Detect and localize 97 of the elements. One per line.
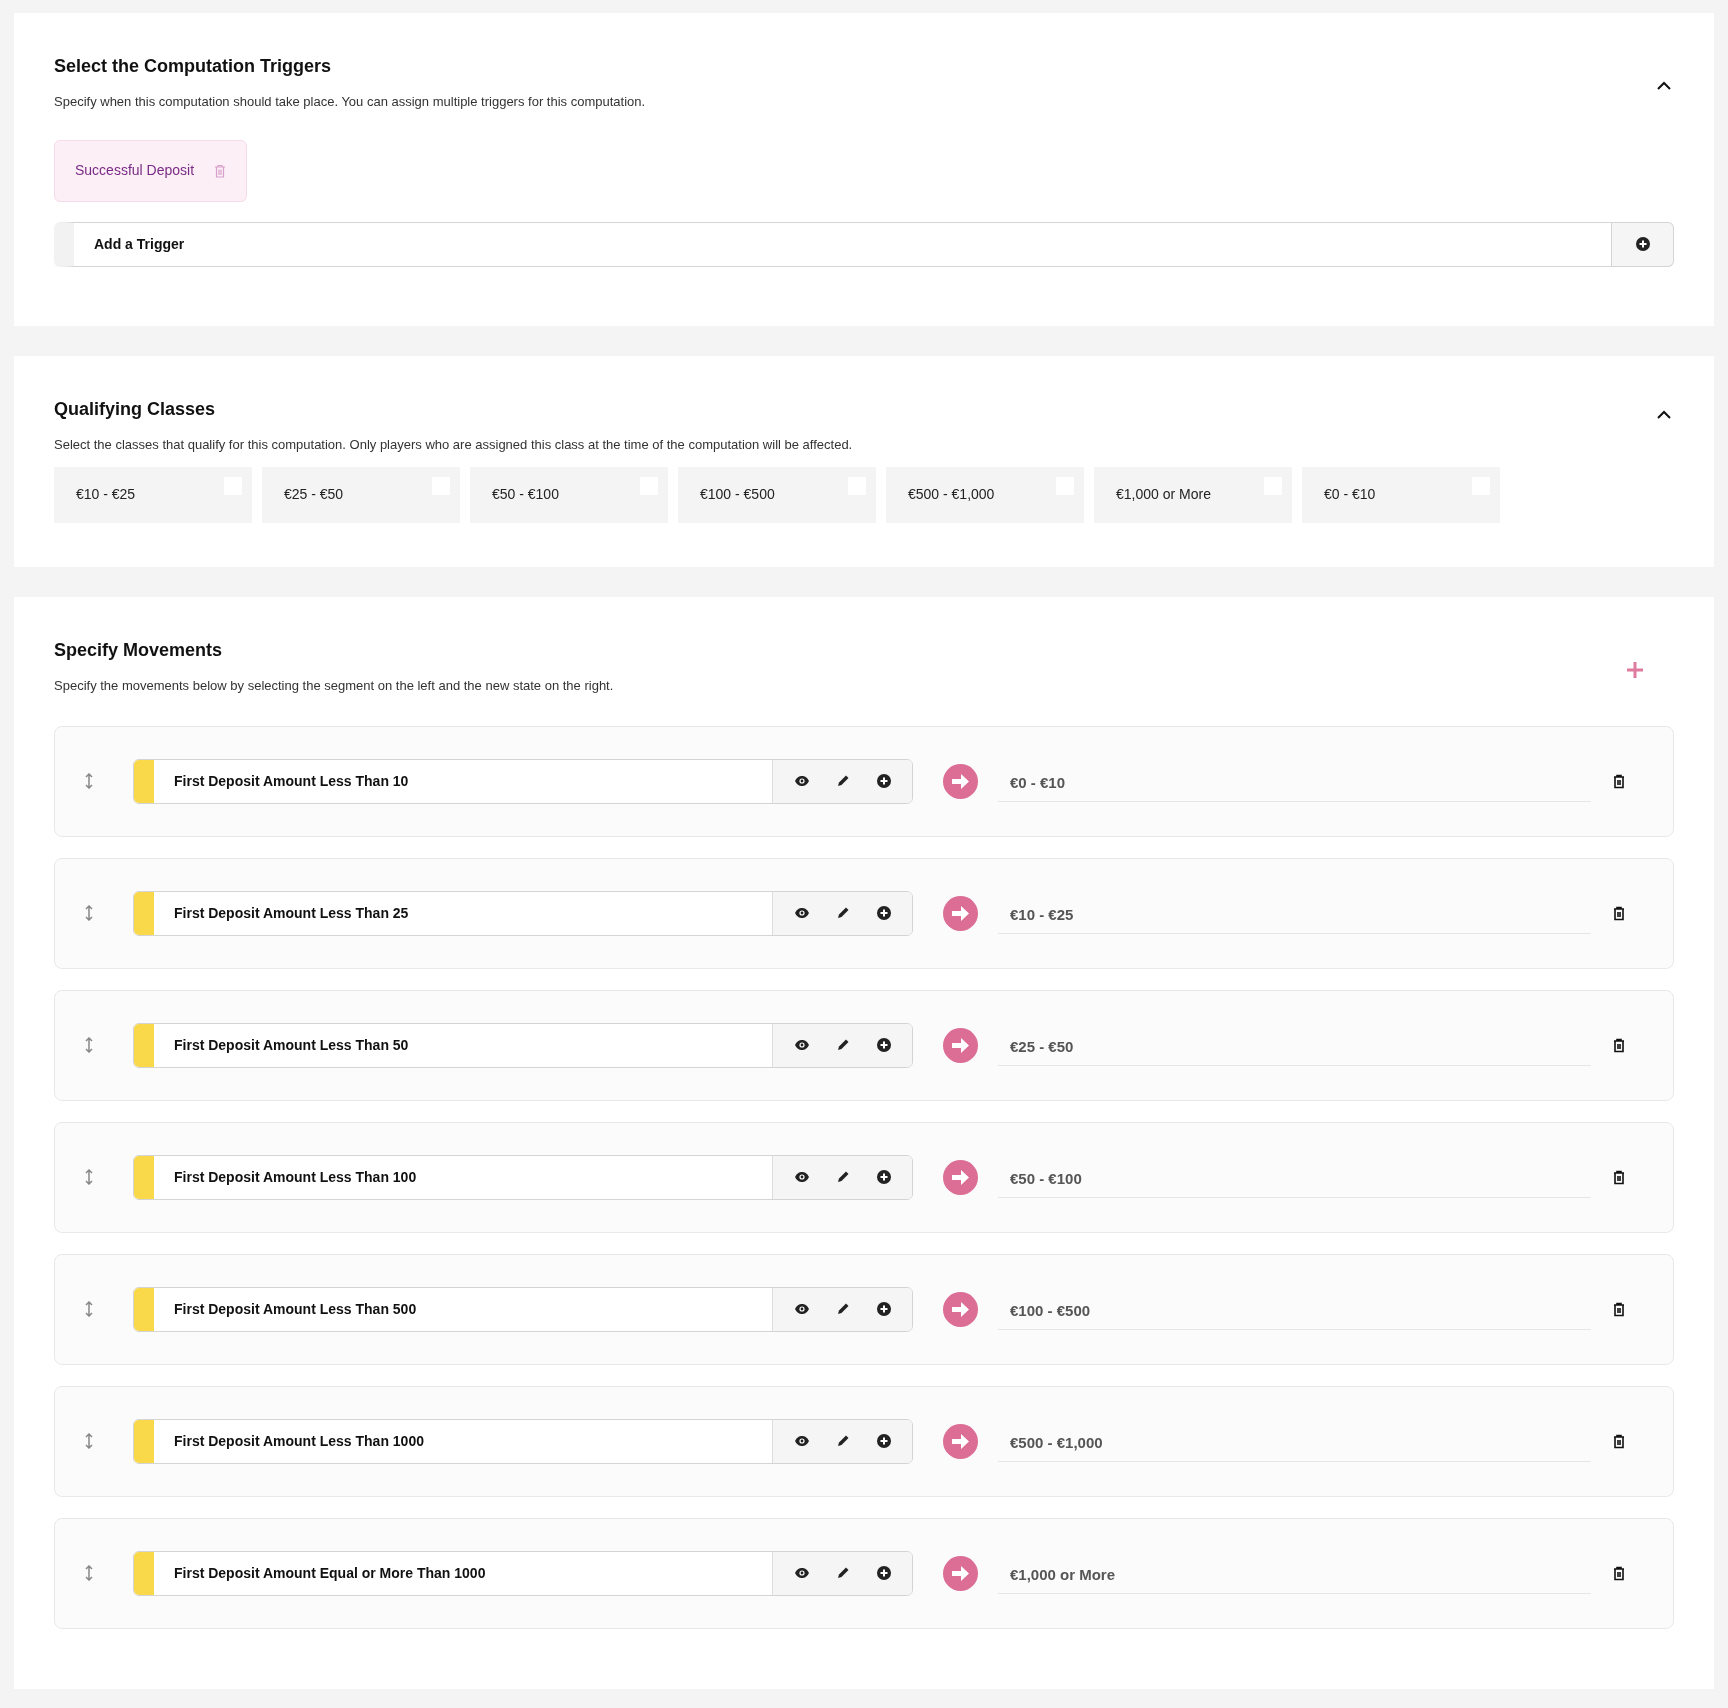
- eye-icon[interactable]: [794, 775, 811, 787]
- target-state-field[interactable]: €50 - €100: [998, 1162, 1591, 1198]
- segment-name: First Deposit Amount Less Than 500: [173, 1299, 418, 1319]
- class-option[interactable]: €10 - €25: [54, 466, 252, 523]
- target-state-field[interactable]: €0 - €10: [998, 766, 1591, 802]
- class-option[interactable]: €100 - €500: [678, 466, 876, 523]
- section-title: Specify Movements: [54, 639, 224, 662]
- pencil-icon[interactable]: [836, 1170, 851, 1184]
- segment-name: First Deposit Amount Less Than 50: [173, 1035, 410, 1055]
- add-trigger-button[interactable]: [1612, 221, 1674, 267]
- plus-icon[interactable]: [1626, 661, 1644, 679]
- section-title: Qualifying Classes: [54, 398, 217, 421]
- section-description: Select the classes that qualify for this computation. Only players who are assigned this class at the time of the computation will be affected.: [54, 436, 853, 454]
- segment-field[interactable]: First Deposit Amount Less Than 10: [133, 758, 913, 804]
- target-state: €1,000 or More: [1010, 1565, 1116, 1586]
- target-state-field[interactable]: €500 - €1,000: [998, 1426, 1591, 1462]
- plus-circle-icon[interactable]: [876, 1566, 891, 1580]
- segment-name: First Deposit Amount Equal or More Than 1000: [173, 1563, 487, 1583]
- plus-circle-icon[interactable]: [876, 906, 891, 920]
- eye-icon[interactable]: [794, 1567, 811, 1579]
- target-state-field[interactable]: €10 - €25: [998, 898, 1591, 934]
- chevron-up-icon[interactable]: [1656, 81, 1672, 91]
- trash-icon[interactable]: [1613, 1565, 1625, 1581]
- target-state-field[interactable]: €100 - €500: [998, 1294, 1591, 1330]
- segment-field[interactable]: First Deposit Amount Less Than 50: [133, 1022, 913, 1068]
- arrow-right-circle-icon: [943, 1159, 978, 1195]
- eye-icon[interactable]: [794, 1435, 811, 1447]
- plus-circle-icon[interactable]: [876, 1170, 891, 1184]
- target-state: €0 - €10: [1010, 773, 1066, 794]
- drag-handle-icon[interactable]: [85, 773, 93, 789]
- class-label: €0 - €10: [1324, 485, 1376, 504]
- drag-handle-icon[interactable]: [85, 1037, 93, 1053]
- drag-handle-icon[interactable]: [85, 1301, 93, 1317]
- trash-icon[interactable]: [1613, 773, 1625, 789]
- class-label: €100 - €500: [700, 485, 775, 504]
- plus-circle-icon[interactable]: [876, 774, 891, 788]
- target-state: €100 - €500: [1010, 1301, 1091, 1322]
- section-title: Select the Computation Triggers: [54, 55, 333, 78]
- pencil-icon[interactable]: [836, 1302, 851, 1316]
- section-description: Specify the movements below by selecting the segment on the left and the new state on the right.: [54, 677, 614, 695]
- class-option[interactable]: €0 - €10: [1302, 466, 1500, 523]
- plus-circle-icon[interactable]: [1635, 237, 1650, 251]
- trash-icon[interactable]: [1613, 1301, 1625, 1317]
- class-label: €10 - €25: [76, 485, 136, 504]
- drag-handle-icon[interactable]: [85, 1565, 93, 1581]
- arrow-right-circle-icon: [943, 1555, 978, 1591]
- class-option[interactable]: €500 - €1,000: [886, 466, 1084, 523]
- segment-field[interactable]: First Deposit Amount Less Than 500: [133, 1286, 913, 1332]
- segment-field[interactable]: First Deposit Amount Less Than 25: [133, 890, 913, 936]
- target-state: €50 - €100: [1010, 1169, 1082, 1190]
- trash-icon[interactable]: [1613, 905, 1625, 921]
- eye-icon[interactable]: [794, 1039, 811, 1051]
- pencil-icon[interactable]: [836, 906, 851, 920]
- pencil-icon[interactable]: [836, 1566, 851, 1580]
- arrow-right-circle-icon: [943, 1291, 978, 1327]
- arrow-right-circle-icon: [943, 1027, 978, 1063]
- segment-field[interactable]: First Deposit Amount Less Than 100: [133, 1154, 913, 1200]
- pencil-icon[interactable]: [836, 1434, 851, 1448]
- class-label: €1,000 or More: [1116, 485, 1211, 504]
- class-label: €500 - €1,000: [908, 485, 995, 504]
- trash-icon[interactable]: [1613, 1433, 1625, 1449]
- chevron-up-icon[interactable]: [1656, 410, 1672, 420]
- trash-icon[interactable]: [1613, 1169, 1625, 1185]
- segment-name: First Deposit Amount Less Than 100: [173, 1167, 418, 1187]
- eye-icon[interactable]: [794, 1303, 811, 1315]
- pencil-icon[interactable]: [836, 1038, 851, 1052]
- pencil-icon[interactable]: [836, 774, 851, 788]
- drag-handle-icon[interactable]: [85, 905, 93, 921]
- arrow-right-circle-icon: [943, 763, 978, 799]
- plus-circle-icon[interactable]: [876, 1434, 891, 1448]
- class-label: €25 - €50: [284, 485, 344, 504]
- target-state-field[interactable]: €25 - €50: [998, 1030, 1591, 1066]
- arrow-right-circle-icon: [943, 1423, 978, 1459]
- target-state-field[interactable]: €1,000 or More: [998, 1558, 1591, 1594]
- segment-field[interactable]: First Deposit Amount Less Than 1000: [133, 1418, 913, 1464]
- drag-handle-icon[interactable]: [85, 1169, 93, 1185]
- segment-name: First Deposit Amount Less Than 1000: [173, 1431, 425, 1451]
- segment-name: First Deposit Amount Less Than 25: [173, 903, 410, 923]
- arrow-right-circle-icon: [943, 895, 978, 931]
- section-description: Specify when this computation should take place. You can assign multiple triggers for this computation.: [54, 93, 646, 111]
- class-label: €50 - €100: [492, 485, 559, 504]
- drag-handle-icon[interactable]: [85, 1433, 93, 1449]
- target-state: €500 - €1,000: [1010, 1433, 1103, 1454]
- add-trigger-field[interactable]: Add a Trigger: [54, 221, 1612, 267]
- trash-icon[interactable]: [1613, 1037, 1625, 1053]
- plus-circle-icon[interactable]: [876, 1038, 891, 1052]
- segment-field[interactable]: First Deposit Amount Equal or More Than 1000: [133, 1550, 913, 1596]
- eye-icon[interactable]: [794, 907, 811, 919]
- plus-circle-icon[interactable]: [876, 1302, 891, 1316]
- target-state: €25 - €50: [1010, 1037, 1074, 1058]
- target-state: €10 - €25: [1010, 905, 1074, 926]
- eye-icon[interactable]: [794, 1171, 811, 1183]
- segment-name: First Deposit Amount Less Than 10: [173, 771, 410, 791]
- class-option[interactable]: €25 - €50: [262, 466, 460, 523]
- trigger-label: Successful Deposit: [75, 161, 195, 180]
- class-option[interactable]: €1,000 or More: [1094, 466, 1292, 523]
- class-option[interactable]: €50 - €100: [470, 466, 668, 523]
